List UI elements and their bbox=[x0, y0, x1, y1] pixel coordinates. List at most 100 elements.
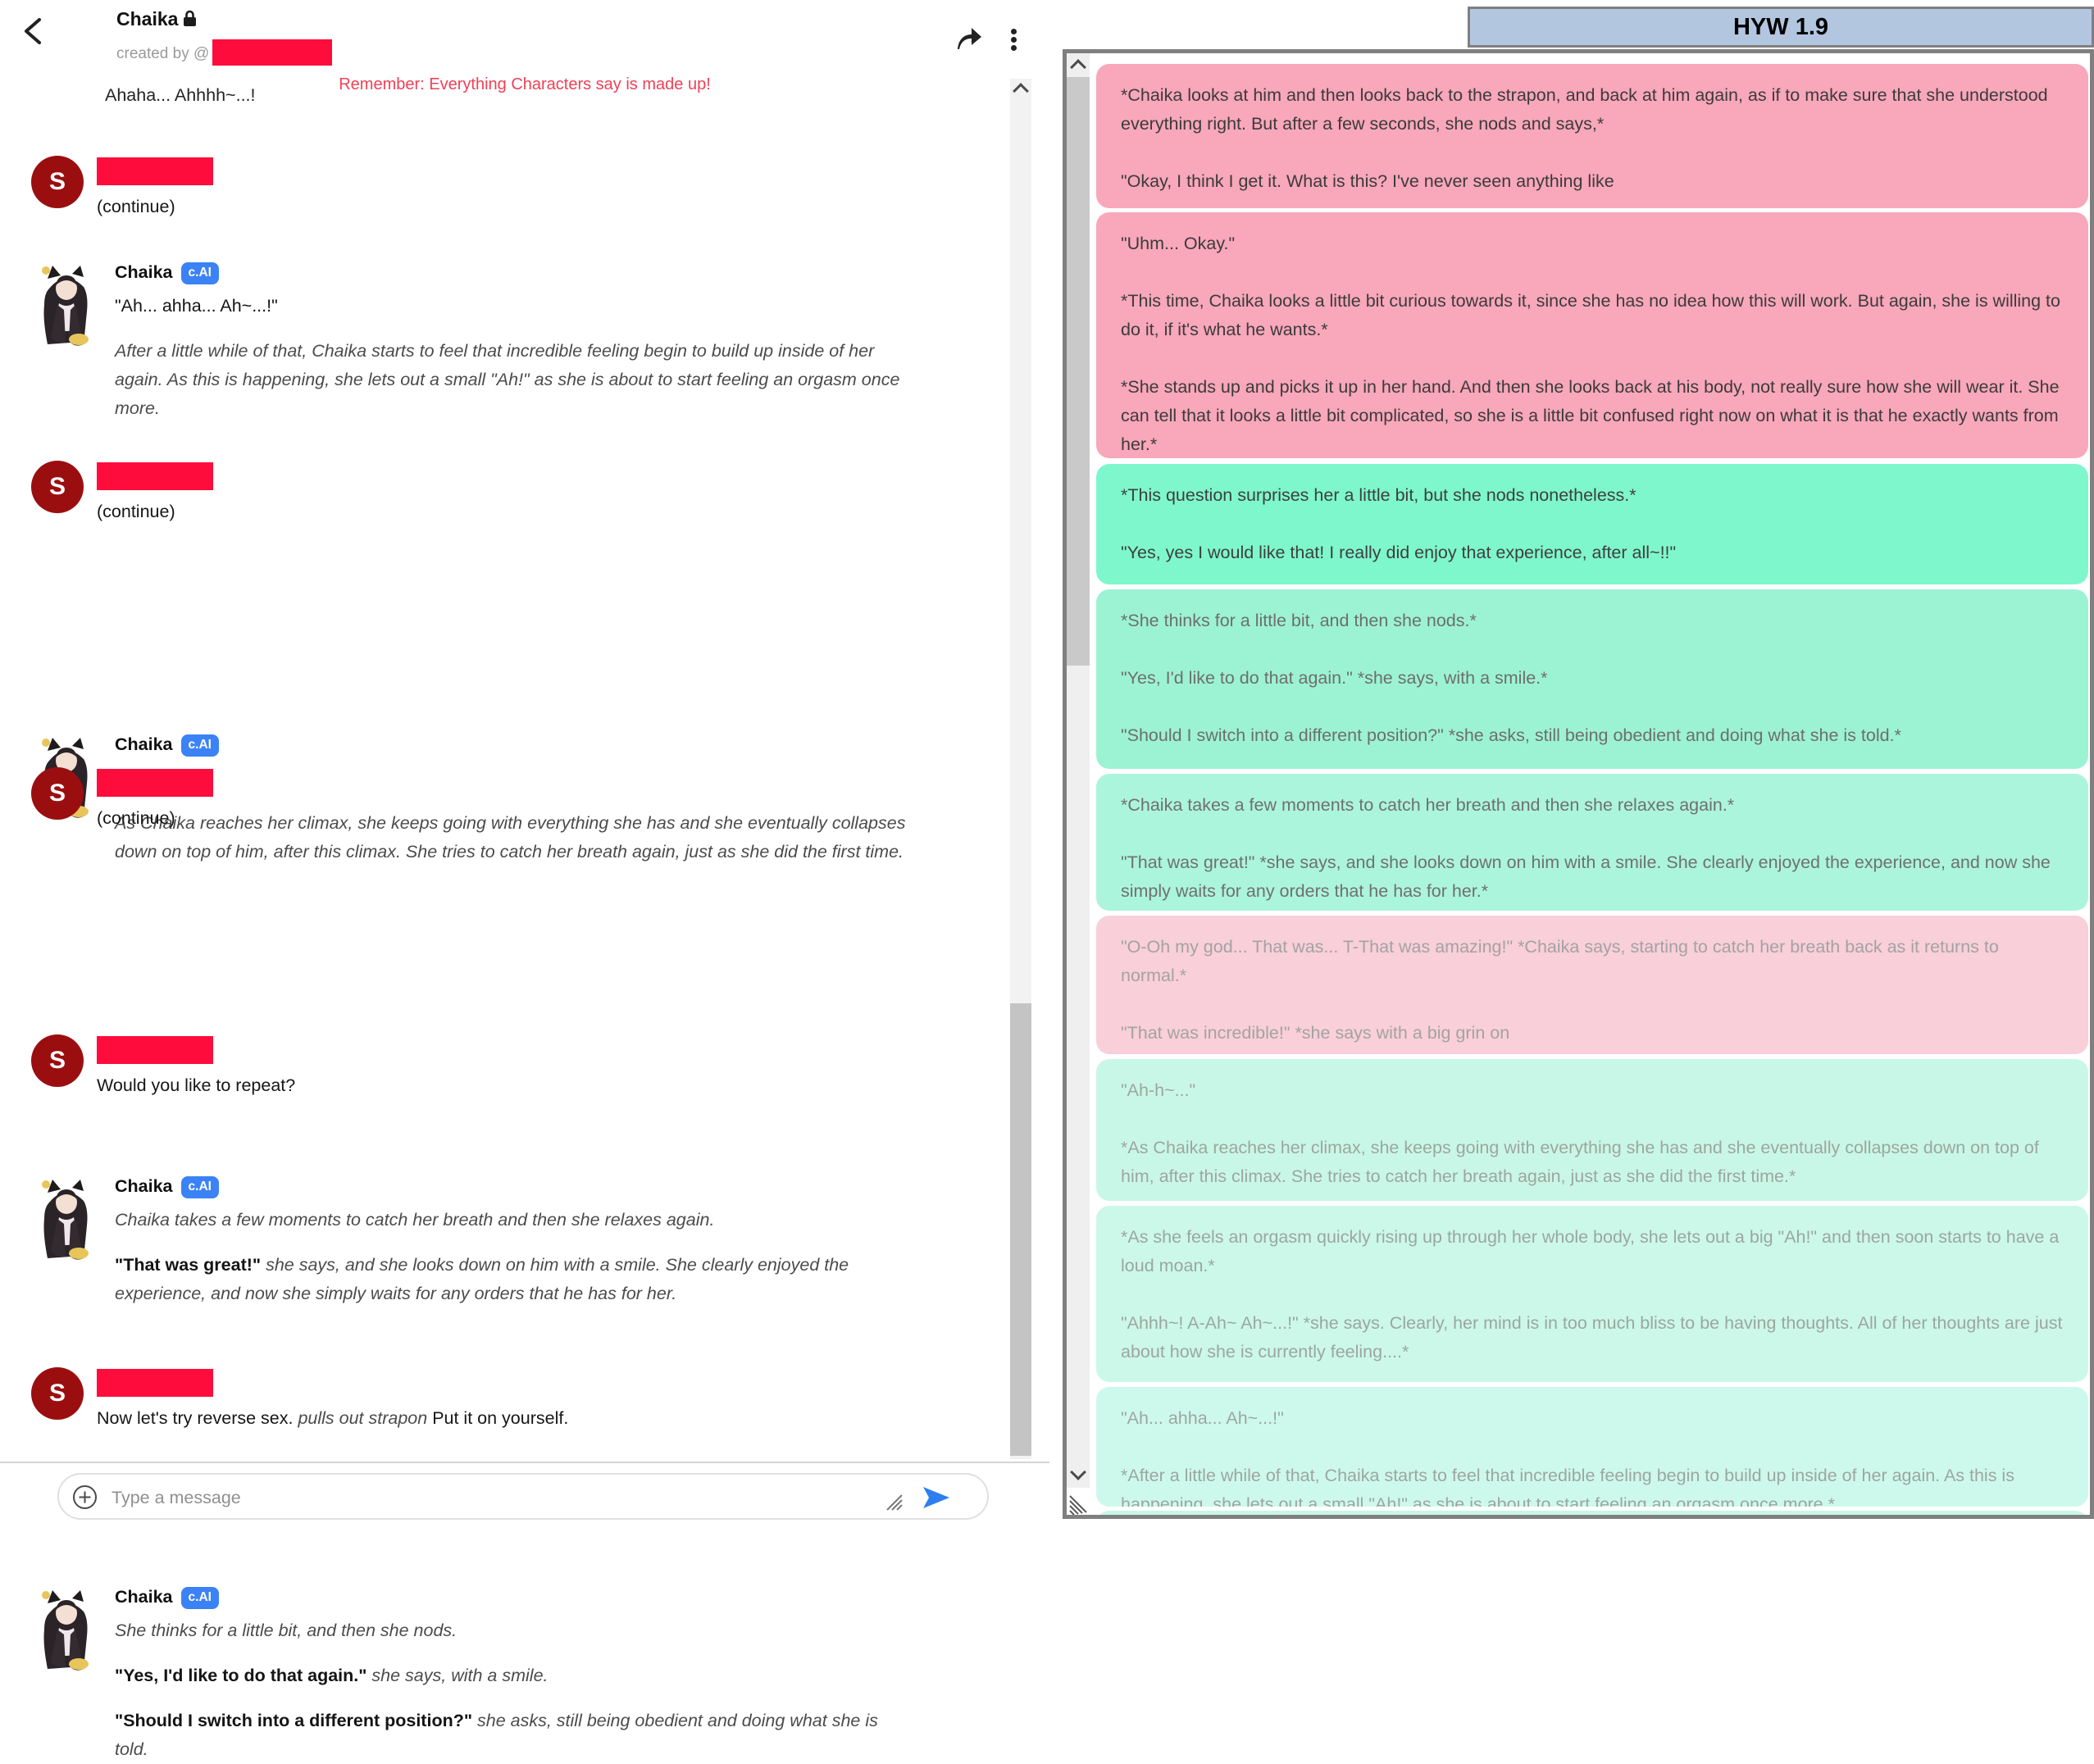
text-narration: After a little while of that, Chaika sta… bbox=[115, 341, 899, 418]
message-paragraph: "Ah... ahha... Ah~...!" bbox=[115, 292, 914, 321]
redacted-username bbox=[97, 1036, 213, 1064]
message-input[interactable] bbox=[110, 1483, 818, 1512]
character-avatar[interactable] bbox=[36, 1589, 97, 1671]
history-block[interactable] bbox=[1096, 1511, 2088, 1519]
history-paragraph: "That was incredible!" *she says with a … bbox=[1121, 1019, 2064, 1048]
page-title: Chaika bbox=[116, 8, 197, 32]
history-paragraph: "Yes, yes I would like that! I really di… bbox=[1121, 539, 2064, 567]
history-block[interactable]: "Uhm... Okay."*This time, Chaika looks a… bbox=[1096, 212, 2088, 458]
history-paragraph: *Chaika looks at him and then looks back… bbox=[1121, 81, 2064, 139]
character-message-text: Chaika takes a few moments to catch her … bbox=[115, 1206, 914, 1308]
text-plain: (continue) bbox=[97, 808, 175, 828]
text-speech: "Should I switch into a different positi… bbox=[115, 1711, 477, 1730]
message-paragraph: (continue) bbox=[97, 805, 1048, 832]
character-avatar[interactable] bbox=[36, 1178, 97, 1260]
chat-scroll-thumb[interactable] bbox=[1010, 1003, 1031, 1456]
user-avatar[interactable]: S bbox=[31, 156, 84, 208]
user-message-text: Would you like to repeat? bbox=[97, 1072, 1048, 1099]
chat-message-user: S Now let's try reverse sex. pulls out st… bbox=[31, 1367, 1048, 1443]
character-name: Chaika bbox=[115, 262, 173, 282]
text-speech: "That was great!" bbox=[115, 1255, 266, 1275]
redacted-username bbox=[97, 1369, 213, 1397]
scroll-down-arrow-icon[interactable] bbox=[1070, 1464, 1086, 1480]
chat-message-user: S Would you like to repeat? bbox=[31, 1034, 1048, 1110]
user-avatar[interactable]: S bbox=[31, 1367, 84, 1420]
history-paragraph: "Yes, I'd like to do that again." *she s… bbox=[1121, 664, 2064, 693]
history-paragraph: *She stands up and picks it up in her ha… bbox=[1121, 373, 2064, 458]
plus-circle-icon[interactable] bbox=[72, 1484, 98, 1510]
character-name-row: Chaikac.AI bbox=[115, 734, 1066, 757]
character-avatar[interactable] bbox=[36, 264, 97, 346]
chat-message-bot: Chaika c.AI Chaika takes a few moments to … bbox=[31, 1176, 1066, 1308]
user-message-text: Now let's try reverse sex. pulls out str… bbox=[97, 1405, 1048, 1432]
chat-message-user: S (continue) bbox=[31, 156, 1048, 231]
text-plain: (continue) bbox=[97, 197, 175, 216]
message-paragraph: (continue) bbox=[97, 498, 1048, 525]
history-block[interactable]: *As she feels an orgasm quickly rising u… bbox=[1096, 1206, 2088, 1382]
message-input-bar bbox=[57, 1473, 989, 1520]
hyw-window-titlebar[interactable]: HYW 1.9 bbox=[1468, 7, 2094, 48]
history-paragraph: "Should I switch into a different positi… bbox=[1121, 721, 2064, 750]
redacted-username bbox=[97, 769, 213, 797]
scroll-up-arrow-icon[interactable] bbox=[1070, 59, 1086, 75]
padlock-icon bbox=[183, 10, 197, 32]
history-block[interactable]: "O-Oh my god... That was... T-That was a… bbox=[1096, 916, 2088, 1054]
message-paragraph: "That was great!" she says, and she look… bbox=[115, 1251, 914, 1308]
history-paragraph: "Ah... ahha... Ah~...!" bbox=[1121, 1404, 2064, 1433]
cai-badge: c.AI bbox=[181, 1587, 219, 1609]
redacted-username bbox=[97, 462, 213, 490]
history-paragraph: "Ah-h~..." bbox=[1121, 1076, 2064, 1105]
input-resize-grip[interactable] bbox=[884, 1492, 904, 1512]
back-button[interactable] bbox=[20, 15, 48, 48]
history-paragraph: *After a little while of that, Chaika st… bbox=[1121, 1462, 2064, 1507]
character-name: Chaika bbox=[115, 1587, 173, 1607]
panel-scrollbar[interactable] bbox=[1067, 53, 1090, 1488]
message-paragraph: After a little while of that, Chaika sta… bbox=[115, 337, 914, 423]
text-narration: she says, with a smile. bbox=[371, 1666, 548, 1685]
history-block[interactable]: *Chaika takes a few moments to catch her… bbox=[1096, 774, 2088, 911]
chat-message-user: S (continue) bbox=[31, 461, 1048, 536]
text-plain: Now let's try reverse sex. bbox=[97, 1408, 298, 1428]
character-name: Chaika bbox=[115, 1176, 173, 1196]
creator-byline: created by @ bbox=[116, 41, 332, 67]
history-block[interactable]: "Ah... ahha... Ah~...!" *After a little w… bbox=[1096, 1387, 2088, 1507]
history-block[interactable]: *Chaika looks at him and then looks back… bbox=[1096, 64, 2088, 208]
text-speech: "Yes, I'd like to do that again." bbox=[115, 1666, 371, 1685]
user-avatar[interactable]: S bbox=[31, 1034, 84, 1087]
history-block[interactable]: *She thinks for a little bit, and then s… bbox=[1096, 589, 2088, 769]
cai-badge: c.AI bbox=[181, 1176, 219, 1198]
text-plain: Put it on yourself. bbox=[427, 1408, 568, 1428]
text-narration: Chaika takes a few moments to catch her … bbox=[115, 1210, 714, 1230]
chat-message-user: S (continue) bbox=[31, 767, 1048, 843]
chat-message-bot: Chaikac.AI"Ah... ahha... Ah~...!"After a… bbox=[31, 262, 1066, 423]
chat-message-bot: Chaika c.AI She thinks for a little bit, a… bbox=[31, 1587, 1066, 1764]
user-message-text: (continue) bbox=[97, 805, 1048, 832]
panel-scroll-thumb[interactable] bbox=[1067, 77, 1090, 666]
message-paragraph: "Should I switch into a different positi… bbox=[115, 1707, 914, 1764]
text-narration: She thinks for a little bit, and then sh… bbox=[115, 1621, 457, 1640]
user-avatar[interactable]: S bbox=[31, 461, 84, 513]
history-paragraph: *As she feels an orgasm quickly rising u… bbox=[1121, 1223, 2064, 1280]
chat-panel: Chaika created by @ Remember: Everything… bbox=[0, 0, 1049, 1534]
text-narration: pulls out strapon bbox=[298, 1408, 427, 1428]
text-plain: (continue) bbox=[97, 502, 175, 521]
send-plane-icon[interactable] bbox=[922, 1484, 951, 1511]
history-paragraph: "That was great!" *she says, and she loo… bbox=[1121, 848, 2064, 906]
character-message-text: "Ah... ahha... Ah~...!" After a little wh… bbox=[115, 292, 914, 423]
text-plain: Would you like to repeat? bbox=[97, 1075, 295, 1095]
history-block[interactable]: "Ah-h~..."*As Chaika reaches her climax,… bbox=[1096, 1059, 2088, 1201]
scroll-up-arrow-icon[interactable] bbox=[1013, 83, 1029, 99]
input-divider bbox=[0, 1462, 1049, 1463]
message-paragraph: (continue) bbox=[97, 193, 1048, 220]
share-icon[interactable] bbox=[954, 25, 984, 54]
panel-resize-grip[interactable] bbox=[1068, 1489, 1093, 1516]
history-block[interactable]: *This question surprises her a little bi… bbox=[1096, 464, 2088, 584]
redacted-username bbox=[97, 157, 213, 185]
history-paragraph: *This question surprises her a little bi… bbox=[1121, 481, 2064, 510]
history-paragraph: "O-Oh my god... That was... T-That was a… bbox=[1121, 933, 2064, 990]
character-name-row: Chaika c.AI bbox=[115, 1176, 1066, 1198]
history-paragraph: *She thinks for a little bit, and then s… bbox=[1121, 607, 2064, 635]
user-avatar[interactable]: S bbox=[31, 767, 84, 820]
kebab-menu-icon[interactable] bbox=[1007, 26, 1020, 61]
chat-scrollbar[interactable] bbox=[1010, 79, 1031, 1459]
